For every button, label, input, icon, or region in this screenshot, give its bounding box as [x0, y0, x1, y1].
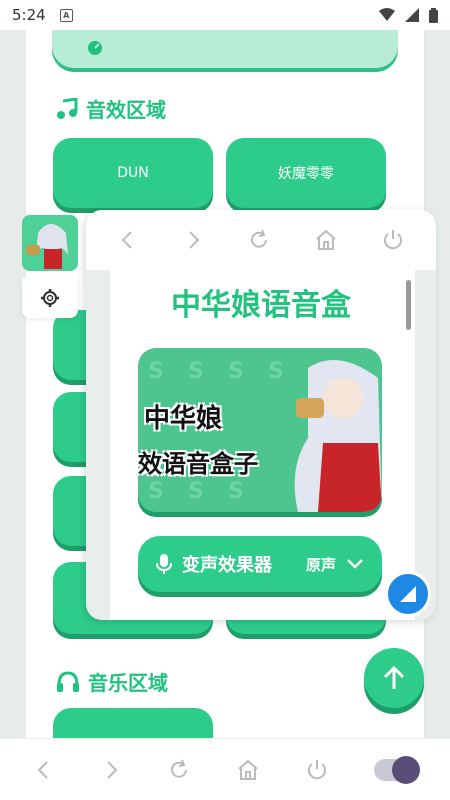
sound-button-yaomo[interactable]: 妖魔零零 — [226, 138, 386, 208]
status-time: 5:24 — [12, 6, 46, 24]
refresh-icon[interactable] — [167, 758, 191, 782]
home-icon[interactable] — [314, 228, 338, 252]
resize-icon — [400, 586, 416, 602]
signal-icon — [405, 8, 419, 22]
floating-window: 中华娘语音盒 SSSS SSS 中华娘 效语音盒子 变声效果器 原声 — [86, 210, 436, 620]
wifi-icon — [379, 8, 395, 21]
chevron-down-icon — [347, 559, 363, 569]
svg-text:S: S — [188, 359, 204, 384]
banner-image[interactable]: SSSS SSS 中华娘 效语音盒子 — [138, 348, 382, 512]
voice-changer-value: 原声 — [305, 555, 336, 574]
power-icon[interactable] — [381, 228, 405, 252]
gear-icon — [41, 289, 59, 307]
floating-toolbar — [86, 210, 436, 270]
svg-text:S: S — [228, 479, 244, 504]
voice-changer-button[interactable]: 变声效果器 原声 — [138, 536, 382, 592]
banner-line2: 效语音盒子 — [138, 450, 258, 478]
forward-icon[interactable] — [182, 229, 204, 251]
sound-section-label: 音效区域 — [86, 98, 166, 122]
bottom-toolbar — [0, 738, 450, 800]
svg-text:S: S — [148, 359, 164, 384]
svg-text:S: S — [188, 479, 204, 504]
back-icon[interactable] — [117, 229, 139, 251]
app-avatar[interactable] — [22, 215, 78, 271]
settings-button[interactable] — [22, 278, 78, 318]
sound-button-dun[interactable]: DUN — [53, 138, 213, 208]
voice-changer-label: 变声效果器 — [182, 555, 272, 576]
toggle-knob — [391, 755, 420, 784]
status-icons — [379, 7, 438, 23]
scroll-to-top-button[interactable] — [364, 648, 424, 708]
toggle-switch[interactable] — [373, 755, 420, 784]
headphones-icon — [57, 670, 79, 692]
power-icon[interactable] — [305, 758, 329, 782]
floating-title: 中华娘语音盒 — [171, 288, 351, 323]
sound-button-label: DUN — [117, 165, 149, 181]
status-bar: 5:24 A — [0, 0, 450, 30]
speedometer-icon — [88, 41, 102, 55]
music-section-title: 音乐区域 — [56, 667, 168, 696]
music-section-label: 音乐区域 — [88, 671, 168, 695]
sound-button-label: 妖魔零零 — [278, 166, 334, 182]
forward-icon[interactable] — [100, 759, 122, 781]
home-icon[interactable] — [236, 758, 260, 782]
resize-button[interactable] — [385, 571, 431, 617]
character-avatar-icon — [22, 215, 78, 271]
microphone-icon — [156, 554, 172, 574]
back-icon[interactable] — [33, 759, 55, 781]
svg-text:S: S — [268, 359, 284, 384]
battery-icon — [429, 7, 438, 23]
notification-a-icon: A — [59, 8, 73, 22]
music-note-icon — [57, 97, 78, 119]
svg-text:S: S — [228, 359, 244, 384]
sound-section-title: 音效区域 — [56, 94, 166, 123]
banner-line1: 中华娘 — [144, 404, 223, 434]
arrow-up-icon — [383, 665, 405, 689]
svg-text:S: S — [148, 479, 164, 504]
refresh-icon[interactable] — [247, 228, 271, 252]
